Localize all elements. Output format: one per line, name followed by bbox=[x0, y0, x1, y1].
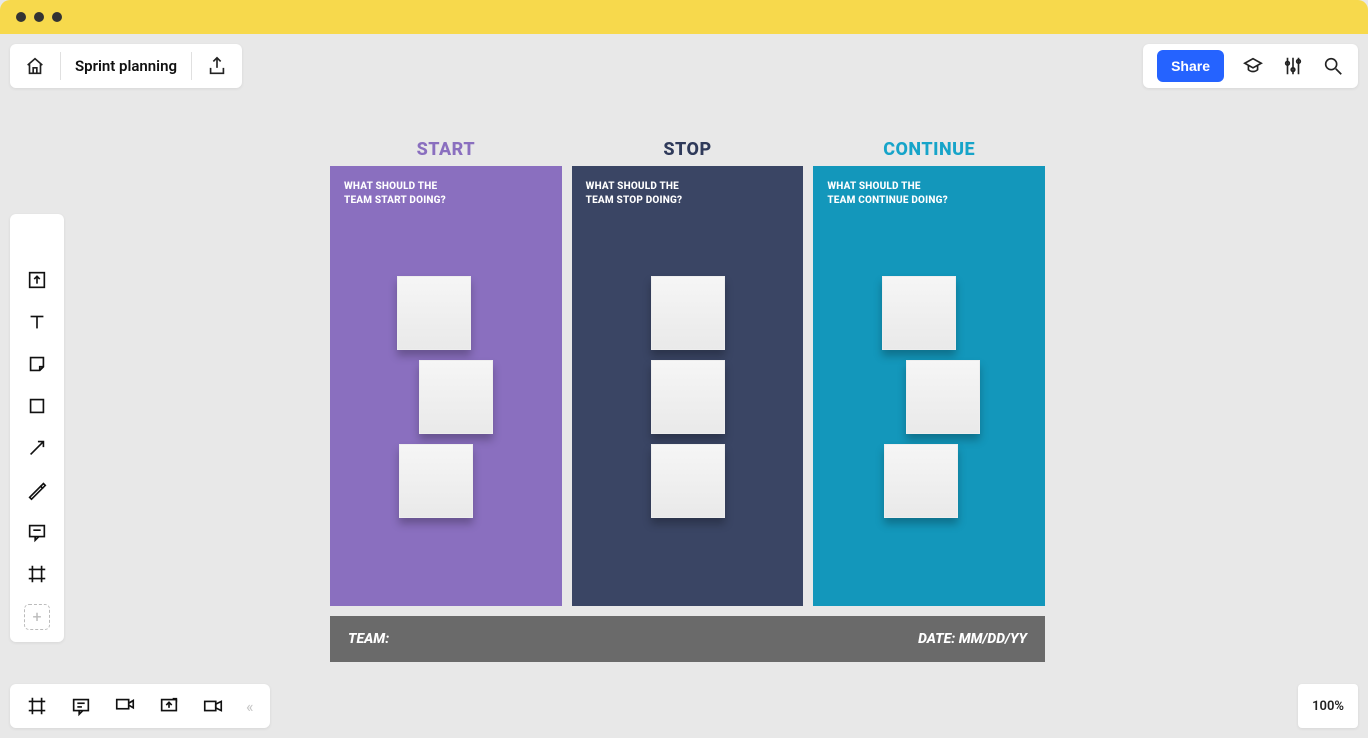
date-label: DATE: MM/DD/YY bbox=[918, 631, 1027, 647]
sticky-note[interactable] bbox=[397, 276, 471, 350]
pen-tool-icon[interactable] bbox=[25, 478, 49, 502]
notes-group bbox=[330, 276, 562, 528]
window-dot bbox=[16, 12, 26, 22]
share-screen-icon[interactable] bbox=[158, 695, 180, 717]
left-toolbar: + bbox=[10, 214, 64, 642]
column-start[interactable]: WHAT SHOULD THE TEAM START DOING? bbox=[330, 166, 562, 606]
record-icon[interactable] bbox=[202, 695, 224, 717]
header-left-group: Sprint planning bbox=[10, 44, 242, 88]
sticky-note-tool-icon[interactable] bbox=[25, 352, 49, 376]
home-icon[interactable] bbox=[24, 55, 46, 77]
sticky-note[interactable] bbox=[651, 276, 725, 350]
sticky-note[interactable] bbox=[651, 360, 725, 434]
document-title[interactable]: Sprint planning bbox=[75, 57, 177, 75]
comments-panel-icon[interactable] bbox=[70, 695, 92, 717]
add-tool-button[interactable]: + bbox=[24, 604, 50, 630]
column-headers: START STOP CONTINUE bbox=[330, 139, 1045, 160]
column-header-continue: CONTINUE bbox=[813, 139, 1045, 160]
divider bbox=[60, 52, 61, 80]
board-canvas[interactable]: START STOP CONTINUE WHAT SHOULD THE TEAM… bbox=[330, 139, 1045, 662]
sticky-note[interactable] bbox=[399, 444, 473, 518]
column-header-start: START bbox=[330, 139, 562, 160]
sticky-note[interactable] bbox=[906, 360, 980, 434]
column-stop[interactable]: WHAT SHOULD THE TEAM STOP DOING? bbox=[572, 166, 804, 606]
window-dot bbox=[34, 12, 44, 22]
sticky-note[interactable] bbox=[884, 444, 958, 518]
header: Sprint planning Share bbox=[10, 44, 1358, 88]
sticky-note[interactable] bbox=[882, 276, 956, 350]
comment-tool-icon[interactable] bbox=[25, 520, 49, 544]
select-tool-icon[interactable] bbox=[25, 226, 49, 250]
export-icon[interactable] bbox=[206, 55, 228, 77]
app-frame: Sprint planning Share bbox=[0, 34, 1368, 738]
frames-icon[interactable] bbox=[26, 695, 48, 717]
column-prompt: WHAT SHOULD THE TEAM CONTINUE DOING? bbox=[827, 180, 1031, 208]
browser-chrome-bar bbox=[0, 0, 1368, 34]
notes-group bbox=[572, 276, 804, 528]
board-footer[interactable]: TEAM: DATE: MM/DD/YY bbox=[330, 616, 1045, 662]
shape-tool-icon[interactable] bbox=[25, 394, 49, 418]
share-button[interactable]: Share bbox=[1157, 50, 1224, 82]
window-dot bbox=[52, 12, 62, 22]
columns-row: WHAT SHOULD THE TEAM START DOING? WHAT S… bbox=[330, 166, 1045, 606]
sticky-note[interactable] bbox=[419, 360, 493, 434]
text-tool-icon[interactable] bbox=[25, 310, 49, 334]
column-prompt: WHAT SHOULD THE TEAM START DOING? bbox=[344, 180, 548, 208]
bottom-toolbar: « bbox=[10, 684, 270, 728]
sticky-note[interactable] bbox=[651, 444, 725, 518]
upload-tool-icon[interactable] bbox=[25, 268, 49, 292]
search-icon[interactable] bbox=[1322, 55, 1344, 77]
present-icon[interactable] bbox=[114, 695, 136, 717]
arrow-tool-icon[interactable] bbox=[25, 436, 49, 460]
column-continue[interactable]: WHAT SHOULD THE TEAM CONTINUE DOING? bbox=[813, 166, 1045, 606]
header-right-group: Share bbox=[1143, 44, 1358, 88]
frame-tool-icon[interactable] bbox=[25, 562, 49, 586]
divider bbox=[191, 52, 192, 80]
zoom-level[interactable]: 100% bbox=[1298, 684, 1358, 728]
notes-group bbox=[813, 276, 1045, 528]
learn-icon[interactable] bbox=[1242, 55, 1264, 77]
settings-sliders-icon[interactable] bbox=[1282, 55, 1304, 77]
team-label: TEAM: bbox=[348, 631, 389, 647]
column-prompt: WHAT SHOULD THE TEAM STOP DOING? bbox=[586, 180, 790, 208]
column-header-stop: STOP bbox=[572, 139, 804, 160]
collapse-chevron-icon[interactable]: « bbox=[246, 697, 254, 716]
